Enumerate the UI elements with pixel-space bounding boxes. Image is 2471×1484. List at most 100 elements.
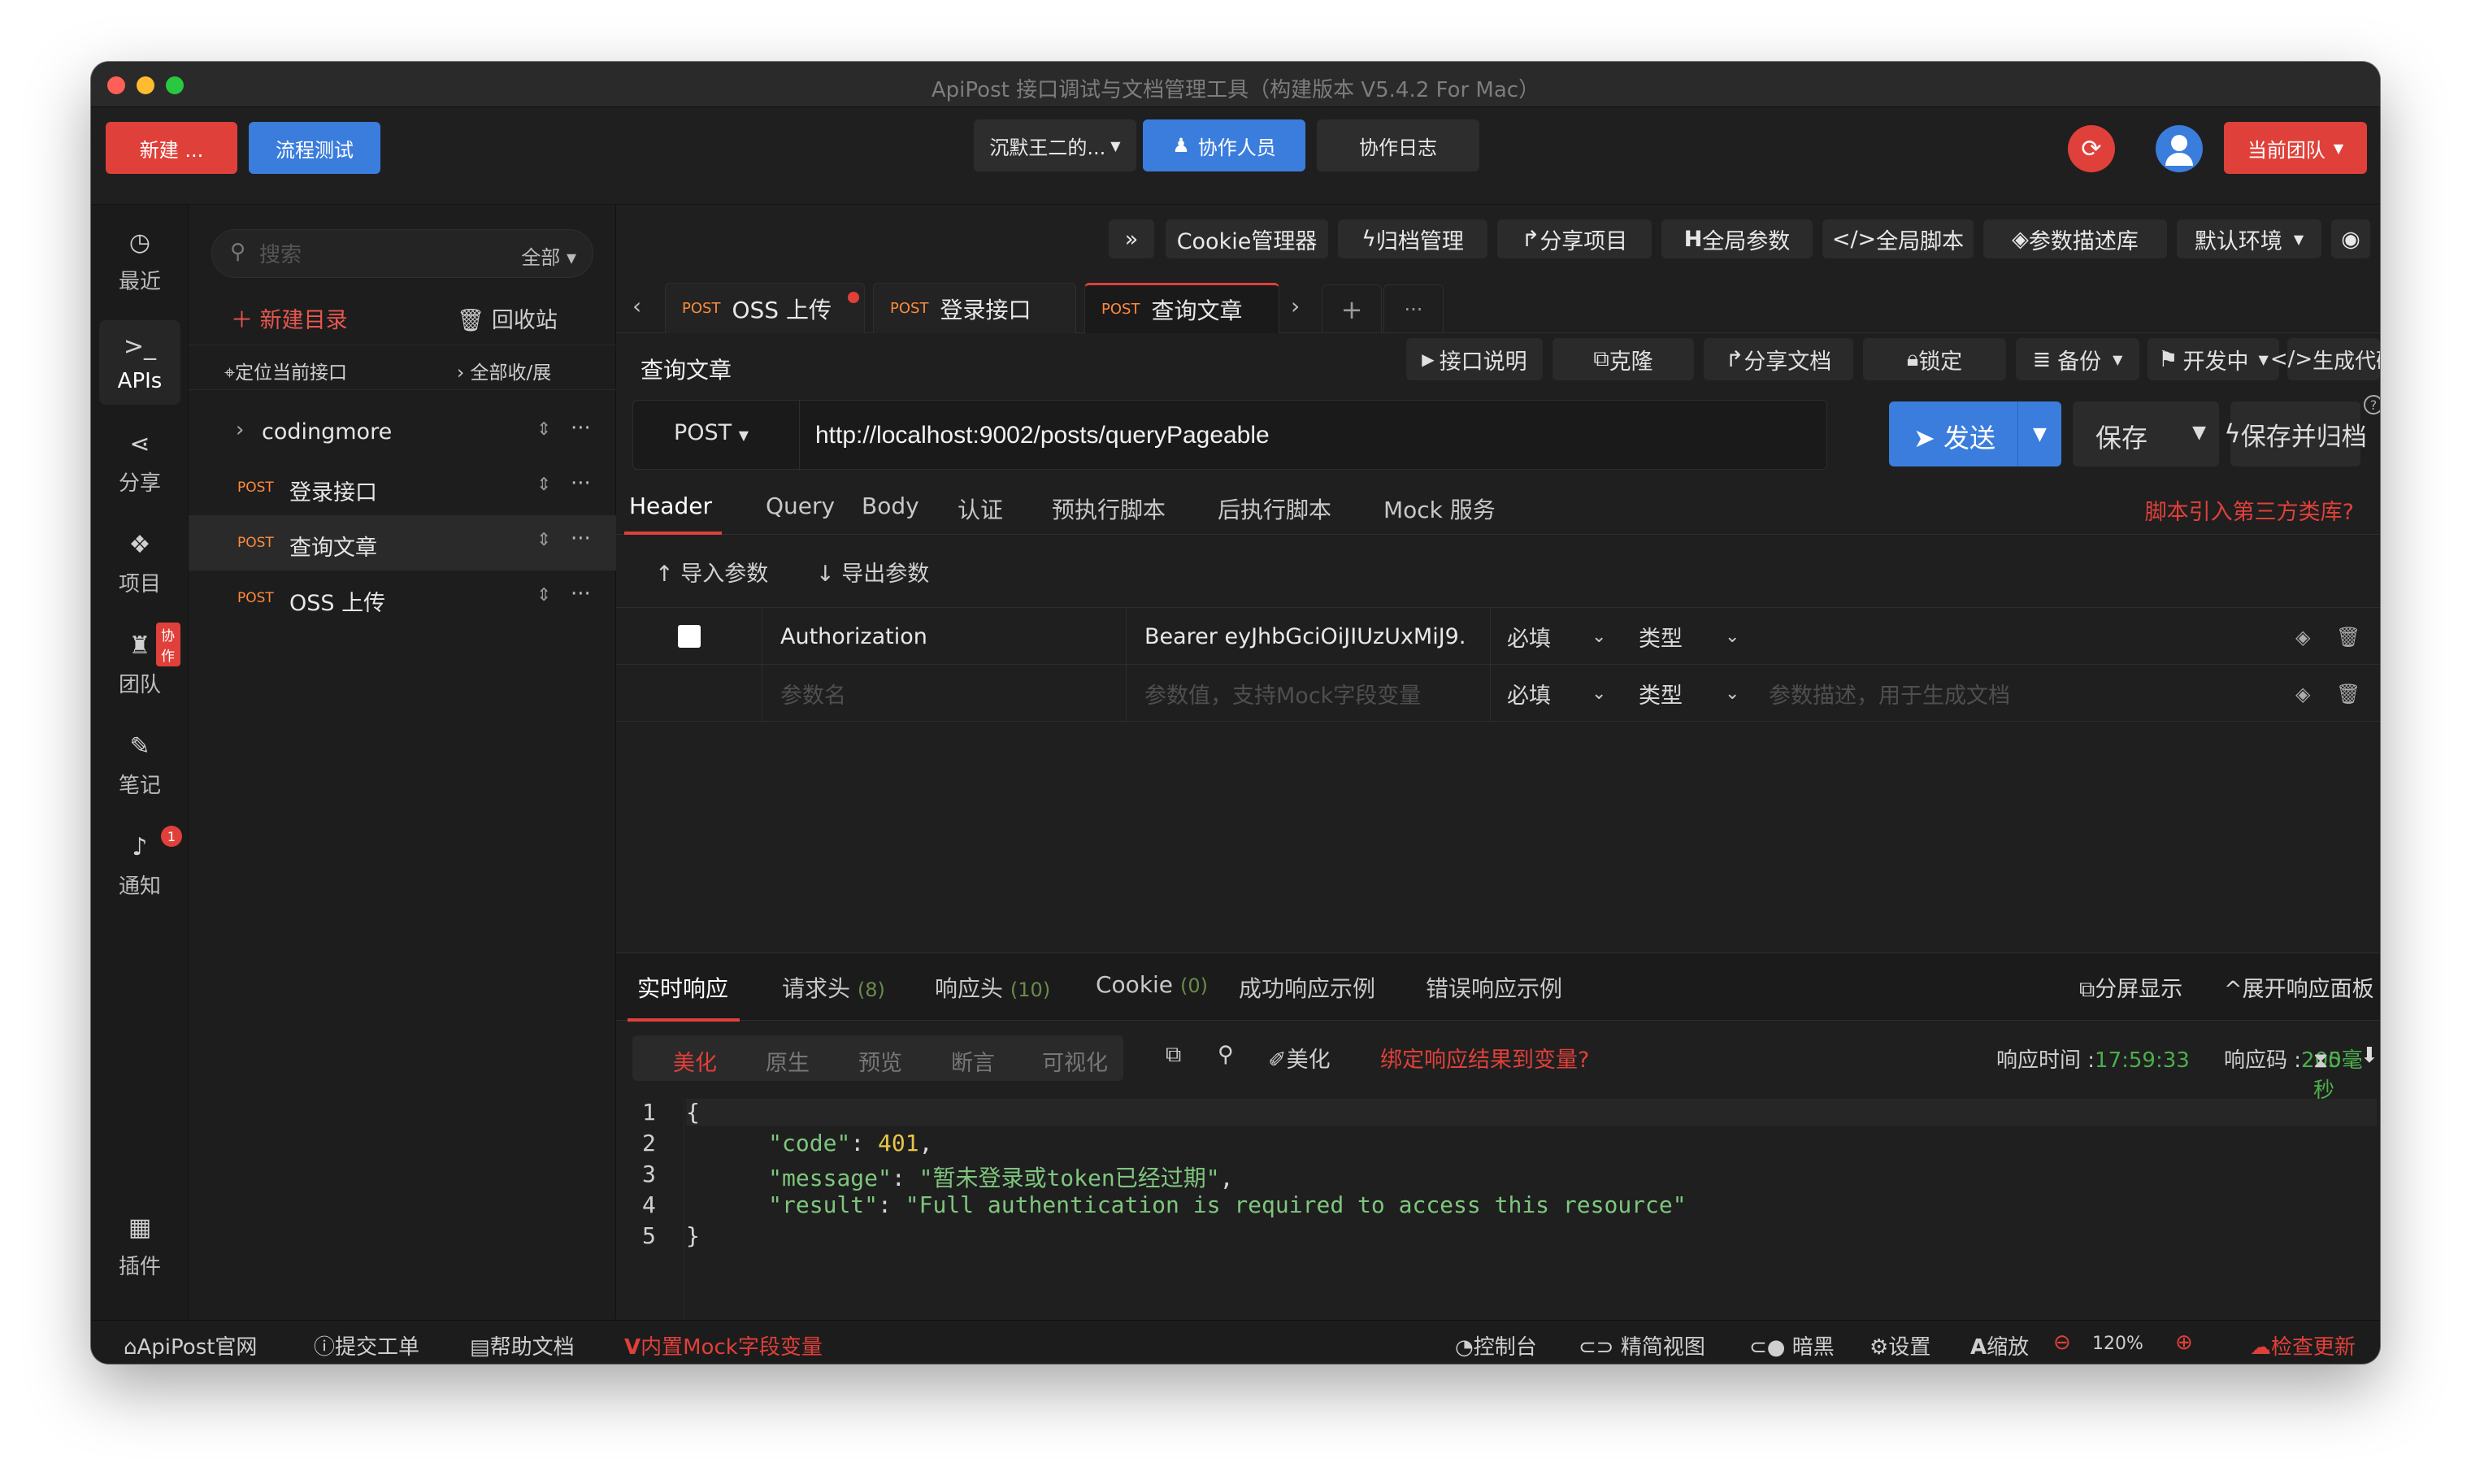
global-script-button[interactable]: </> 全局脚本 <box>1822 219 1974 258</box>
sync-icon[interactable]: ⟳ <box>2068 125 2115 172</box>
check-update-button[interactable]: ☁检查更新 <box>2250 1330 2356 1360</box>
global-params-button[interactable]: H 全局参数 <box>1661 219 1813 258</box>
export-params-button[interactable]: ↓ 导出参数 <box>816 556 929 588</box>
filter-select[interactable]: 全部 ▾ <box>521 241 576 270</box>
tab-request-headers[interactable]: 请求头 (8) <box>782 971 885 1004</box>
cube-icon[interactable]: ◈ <box>2295 626 2310 649</box>
tab-cookie[interactable]: Cookie (0) <box>1096 971 1208 998</box>
tab-login[interactable]: POST 登录接口 <box>873 283 1076 333</box>
recycle-bin-button[interactable]: 🗑 回收站 <box>457 302 558 334</box>
tab-header[interactable]: Header <box>629 492 712 519</box>
nav-apis[interactable]: >_ APIs <box>99 320 180 405</box>
tab-more-button[interactable]: ··· <box>1383 284 1444 333</box>
more-icon[interactable]: ··· <box>571 527 591 551</box>
url-input[interactable] <box>815 415 1807 456</box>
send-button[interactable]: ➤ 发送 ▼ <box>1889 401 2061 466</box>
workspace-select[interactable]: 沉默王二的... ▼ <box>974 119 1136 171</box>
tree-folder[interactable]: › codingmore ⇕ ··· <box>189 405 616 460</box>
type-select[interactable]: 类型 <box>1622 608 1736 665</box>
add-tab-button[interactable]: + <box>1322 284 1382 333</box>
share-doc-button[interactable]: ↱ 分享文档 <box>1704 338 1853 380</box>
tab-post-script[interactable]: 后执行脚本 <box>1218 492 1331 525</box>
flow-test-button[interactable]: 流程测试 <box>249 122 380 174</box>
backup-button[interactable]: ≣ 备份 ▼ <box>2016 338 2139 380</box>
new-folder-button[interactable]: ＋ 新建目录 <box>231 302 348 334</box>
param-desc-button[interactable]: ◈ 参数描述库 <box>1983 219 2167 258</box>
view-assert[interactable]: 断言 <box>951 1045 995 1077</box>
param-value[interactable]: Bearer eyJhbGciOiJIUzUxMiJ9. <box>1127 608 1491 665</box>
view-visual[interactable]: 可视化 <box>1042 1045 1108 1077</box>
new-button[interactable]: 新建 ... <box>106 122 237 174</box>
settings-button[interactable]: ⚙设置 <box>1870 1330 1930 1360</box>
status-select[interactable]: ⚑ 开发中 ▼ <box>2147 338 2279 380</box>
more-icon[interactable]: ··· <box>571 416 591 440</box>
nav-notes[interactable]: ✎ 笔记 <box>99 723 180 808</box>
collapse-button[interactable]: » <box>1109 219 1154 258</box>
locate-button[interactable]: ⌖定位当前接口 <box>224 357 347 384</box>
tab-pre-script[interactable]: 预执行脚本 <box>1052 492 1166 525</box>
avatar[interactable] <box>2156 125 2203 172</box>
chevron-left-icon[interactable]: ‹ <box>632 293 641 319</box>
tab-error-example[interactable]: 错误响应示例 <box>1426 971 1562 1004</box>
tab-oss-upload[interactable]: POST OSS 上传 <box>665 283 865 333</box>
nav-team[interactable]: 协作 ♜ 团队 <box>99 623 180 707</box>
beautify-button[interactable]: ✐美化 <box>1268 1042 1331 1074</box>
nav-plugins[interactable]: ▦ 插件 <box>99 1204 180 1289</box>
lock-button[interactable]: 🔒︎ 锁定 <box>1863 338 2006 380</box>
env-select[interactable]: 默认环境 ▼ <box>2177 219 2321 258</box>
save-button[interactable]: 保存 ▼ <box>2073 401 2219 466</box>
tab-body[interactable]: Body <box>862 492 919 519</box>
clone-button[interactable]: ⧉ 克隆 <box>1553 338 1694 380</box>
tree-item[interactable]: POST 登录接口 ⇕ ··· <box>189 460 616 515</box>
nav-notify[interactable]: 1 ♪ 通知 <box>99 824 182 909</box>
tab-query[interactable]: Query <box>766 492 835 519</box>
tab-mock[interactable]: Mock 服务 <box>1383 492 1496 525</box>
param-value-placeholder[interactable]: 参数值，支持Mock字段变量 <box>1127 665 1491 722</box>
search-icon[interactable]: ⚲ <box>1218 1042 1234 1067</box>
eye-icon[interactable]: ◉ <box>2331 219 2370 258</box>
tab-auth[interactable]: 认证 <box>958 492 1003 525</box>
share-project-button[interactable]: ↱ 分享项目 <box>1497 219 1652 258</box>
more-icon[interactable]: ··· <box>571 582 591 606</box>
view-preview[interactable]: 预览 <box>858 1045 902 1077</box>
current-team-button[interactable]: 当前团队 ▼ <box>2224 122 2367 174</box>
search-input[interactable] <box>259 238 471 271</box>
official-site-link[interactable]: ⌂ApiPost官网 <box>124 1330 257 1360</box>
param-key[interactable]: Authorization <box>762 608 1127 665</box>
view-pretty[interactable]: 美化 <box>673 1045 717 1077</box>
sort-icon[interactable]: ⇕ <box>536 419 551 440</box>
copy-icon[interactable]: ⧉ <box>1166 1042 1181 1068</box>
trash-icon[interactable]: 🗑 <box>2336 683 2360 705</box>
bind-variable-link[interactable]: 绑定响应结果到变量? <box>1380 1042 1589 1074</box>
mock-vars-link[interactable]: V内置Mock字段变量 <box>624 1330 823 1360</box>
docs-link[interactable]: ▤帮助文档 <box>470 1330 575 1360</box>
gen-code-button[interactable]: </>生成代码 <box>2270 338 2380 380</box>
param-desc-placeholder[interactable]: 参数描述，用于生成文档 <box>1769 665 2256 722</box>
param-key-placeholder[interactable]: 参数名 <box>762 665 1127 722</box>
download-icon[interactable]: ⬇ <box>2360 1044 2378 1068</box>
collaborators-button[interactable]: ♟ 协作人员 <box>1143 119 1305 171</box>
import-params-button[interactable]: ↑ 导入参数 <box>655 556 768 588</box>
chevron-right-icon[interactable]: › <box>1291 293 1300 319</box>
tab-success-example[interactable]: 成功响应示例 <box>1239 971 1375 1004</box>
dark-mode-toggle[interactable]: ⊂● 暗黑 <box>1749 1330 1835 1360</box>
nav-recent[interactable]: ◷ 最近 <box>99 219 180 304</box>
api-doc-button[interactable]: ▶ 接口说明 <box>1406 338 1543 380</box>
sort-icon[interactable]: ⇕ <box>536 475 551 495</box>
script-library-link[interactable]: 脚本引入第三方类库? <box>2145 494 2354 526</box>
tab-response-headers[interactable]: 响应头 (10) <box>935 971 1050 1004</box>
enable-checkbox[interactable] <box>677 625 701 648</box>
zoom-in-icon[interactable]: ⊕ <box>2175 1330 2193 1355</box>
type-select[interactable]: 类型 <box>1622 665 1736 722</box>
cube-icon[interactable]: ◈ <box>2295 683 2310 705</box>
zoom-out-icon[interactable]: ⊖ <box>2053 1330 2071 1355</box>
nav-share[interactable]: ⋖ 分享 <box>99 421 180 506</box>
sort-icon[interactable]: ⇕ <box>536 530 551 550</box>
response-body[interactable]: 1 { 2 "code": 401, 3 "message": "暂未登录或to… <box>616 1099 2380 1326</box>
send-dropdown[interactable]: ▼ <box>2017 401 2061 466</box>
trash-icon[interactable]: 🗑 <box>2336 626 2360 649</box>
more-icon[interactable]: ··· <box>571 471 591 496</box>
tree-item[interactable]: POST OSS 上传 ⇕ ··· <box>189 571 616 626</box>
help-icon[interactable]: ? <box>2364 395 2380 414</box>
expand-panel-button[interactable]: ^展开响应面板 <box>2224 971 2374 1003</box>
